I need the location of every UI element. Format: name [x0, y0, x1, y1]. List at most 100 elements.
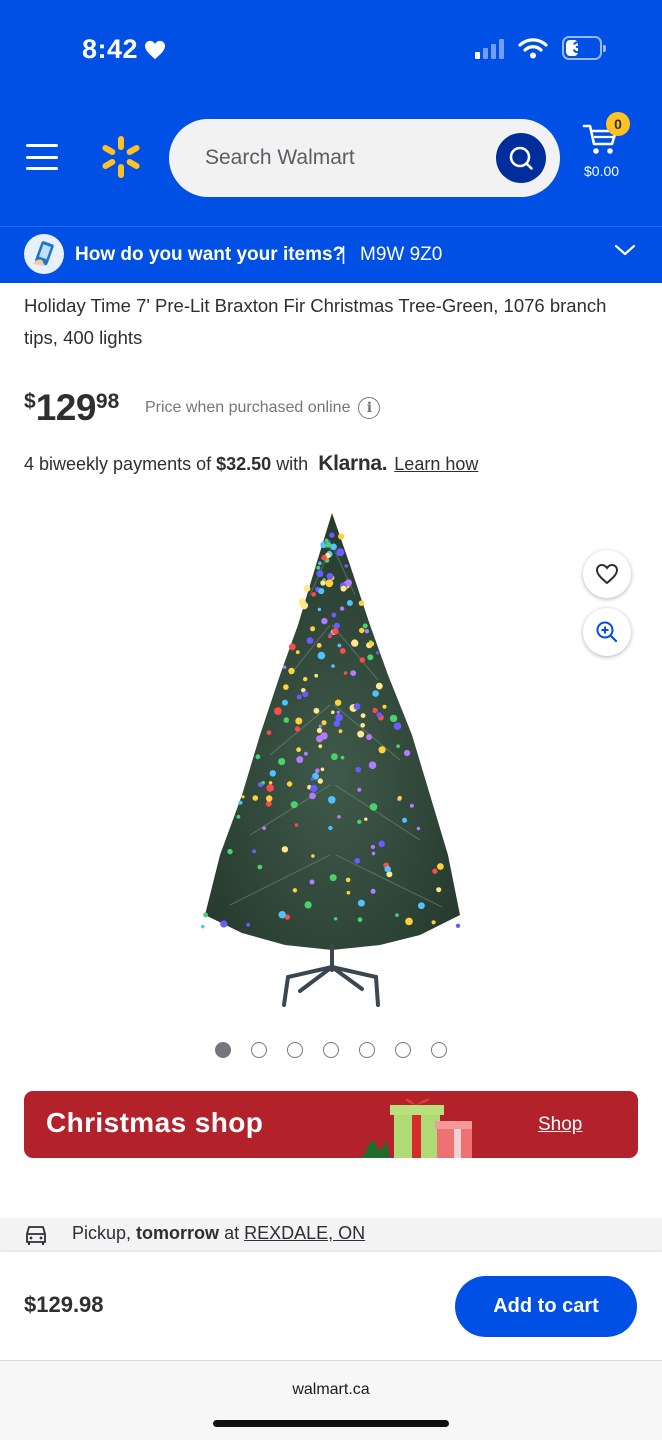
tree-light: [340, 585, 347, 592]
carousel-dot[interactable]: [431, 1042, 447, 1058]
tree-light: [409, 803, 414, 808]
cart-button[interactable]: 0 $0.00: [580, 112, 636, 186]
tree-light: [371, 851, 376, 856]
search-input[interactable]: [205, 146, 475, 170]
tree-light: [345, 877, 351, 883]
tree-light: [329, 532, 335, 538]
tree-light: [431, 920, 436, 925]
tree-light: [326, 572, 334, 580]
tree-light: [331, 753, 338, 761]
zoom-button[interactable]: [583, 608, 631, 656]
pickup-store-link[interactable]: REXDALE, ON: [244, 1223, 365, 1243]
tree-light: [302, 691, 309, 698]
status-icons: 35: [475, 36, 606, 60]
tree-light: [313, 707, 320, 714]
tree-light: [382, 704, 387, 709]
tree-light: [360, 723, 365, 728]
tree-light: [320, 767, 325, 772]
tree-light: [294, 823, 299, 827]
tree-light: [364, 817, 368, 821]
banner-shop-link[interactable]: Shop: [538, 1114, 582, 1136]
browser-url[interactable]: walmart.ca: [0, 1381, 662, 1399]
favorite-button[interactable]: [583, 550, 631, 598]
add-to-cart-button[interactable]: Add to cart: [455, 1276, 637, 1337]
tree-light: [257, 864, 263, 870]
tree-light: [295, 650, 300, 655]
payments-amount: $32.50: [216, 454, 272, 474]
header: 8:42 35 Search Walmart 0 $0.00 How do yo…: [0, 0, 662, 283]
tree-light: [303, 676, 308, 682]
info-icon[interactable]: i: [358, 397, 381, 419]
tree-light: [310, 784, 318, 792]
tree-light: [309, 879, 315, 885]
walmart-spark-logo[interactable]: [98, 134, 144, 180]
price-note-row: Price when purchased online i: [145, 397, 381, 419]
carousel-dot[interactable]: [215, 1042, 231, 1058]
home-indicator[interactable]: [213, 1420, 449, 1427]
tree-light: [317, 607, 322, 612]
pickup-info: Pickup, tomorrow at REXDALE, ON: [0, 1218, 662, 1252]
price-currency: $: [24, 390, 36, 413]
price-cents: 98: [95, 390, 120, 413]
christmas-shop-banner[interactable]: Christmas shop Shop: [24, 1091, 638, 1158]
tree-light: [294, 726, 301, 732]
product-image[interactable]: [180, 505, 490, 1015]
cart-count-badge: 0: [606, 112, 630, 136]
cart-total: $0.00: [584, 163, 620, 179]
zoom-in-icon: [596, 621, 618, 643]
tree-light: [334, 917, 338, 921]
tree-light: [201, 924, 205, 929]
tree-light: [357, 730, 365, 738]
price-note: Price when purchased online: [145, 399, 351, 416]
tree-light: [437, 863, 444, 870]
tree-light: [316, 570, 324, 578]
search-button[interactable]: [496, 133, 546, 183]
tree-light: [338, 533, 345, 540]
delivery-question: How do you want your items?: [75, 244, 345, 265]
tree-light: [354, 857, 361, 864]
tree-light: [350, 670, 357, 676]
tree-light: [252, 849, 257, 854]
klarna-logo: Klarna.: [318, 452, 388, 475]
carousel-dot[interactable]: [287, 1042, 303, 1058]
tree-light: [359, 627, 365, 634]
tree-light: [306, 637, 314, 644]
tree-light: [296, 694, 302, 700]
tree-light: [436, 887, 442, 893]
tree-light: [252, 795, 259, 801]
tree-light: [332, 628, 339, 635]
tree-light: [343, 671, 348, 675]
tree-light: [265, 800, 272, 807]
tree-light: [290, 801, 298, 809]
tree-light: [321, 720, 327, 726]
carousel-dot[interactable]: [251, 1042, 267, 1058]
chevron-down-icon: [614, 244, 636, 256]
learn-how-link[interactable]: Learn how: [394, 454, 478, 475]
tree-light: [360, 713, 366, 718]
tree-light: [283, 717, 290, 723]
tree-light: [203, 912, 208, 918]
tree-light: [397, 795, 402, 801]
carousel-dot[interactable]: [323, 1042, 339, 1058]
tree-light: [316, 643, 322, 648]
heart-icon: [145, 40, 166, 59]
carousel-dot[interactable]: [395, 1042, 411, 1058]
sticky-add-to-cart-bar: $129.98 Add to cart: [0, 1252, 662, 1360]
tree-light: [372, 690, 379, 697]
search-icon: [509, 146, 533, 170]
tree-light: [304, 901, 312, 909]
search-bar[interactable]: [169, 119, 560, 197]
price-dollars: 129: [35, 387, 97, 428]
delivery-selector[interactable]: How do you want your items? | M9W 9Z0: [0, 226, 662, 283]
tree-light: [318, 744, 323, 749]
carousel-dot[interactable]: [359, 1042, 375, 1058]
tree-light: [346, 600, 353, 606]
tree-light: [393, 722, 402, 730]
tree-light: [389, 714, 398, 723]
tree-light: [369, 803, 378, 811]
tree-light: [236, 814, 241, 819]
tree-light: [318, 561, 322, 565]
pickup-when: tomorrow: [136, 1223, 220, 1243]
tree-light: [266, 784, 274, 792]
menu-icon[interactable]: [26, 144, 58, 170]
